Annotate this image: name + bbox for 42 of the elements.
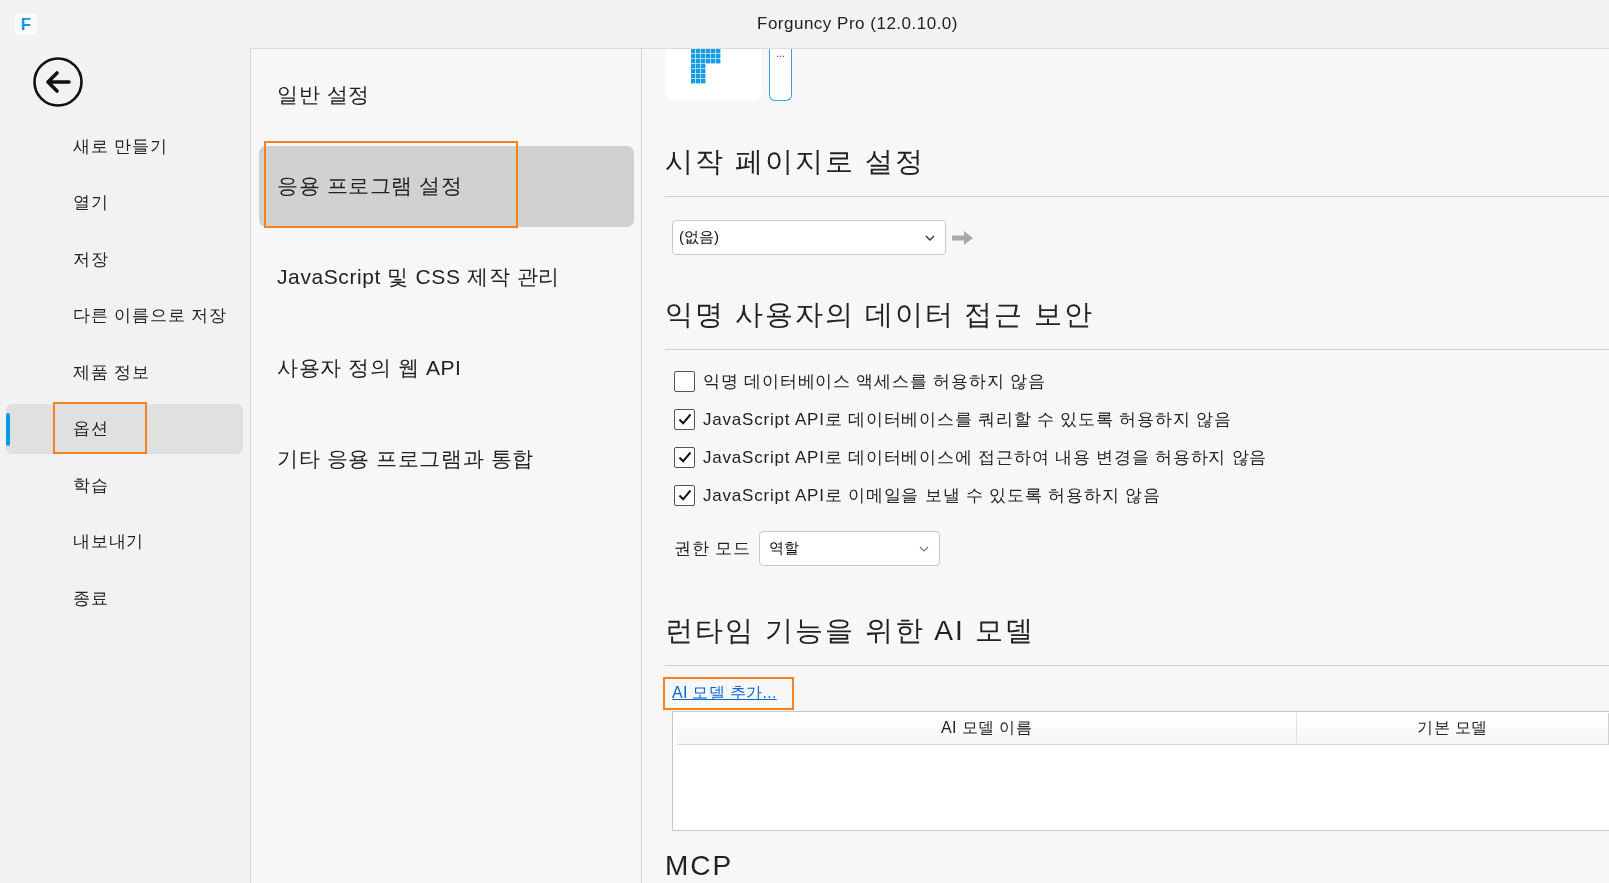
checkbox-label: 익명 데이터베이스 액세스를 허용하지 않음 [703, 370, 1046, 393]
sidebar-item[interactable]: 제품 정보 [6, 347, 243, 397]
section-heading: 시작 페이지로 설정 [665, 145, 1609, 197]
sidebar-item[interactable]: 학습 [6, 460, 243, 510]
sidebar-item[interactable]: 종료 [6, 573, 243, 623]
column-header: AI 모델 이름 [677, 713, 1298, 744]
browse-button[interactable]: ... [769, 49, 792, 101]
section-heading: 런타임 기능을 위한 AI 모델 [665, 614, 1609, 666]
checkbox[interactable] [674, 484, 695, 506]
section-heading: 익명 사용자의 데이터 접근 보안 [665, 298, 1609, 350]
sidebar-item[interactable]: 다른 이름으로 저장 [6, 290, 243, 341]
sidebar-item[interactable]: 저장 [6, 234, 243, 284]
field-label: 권한 모드 [674, 538, 751, 560]
checkmark-icon [677, 489, 692, 501]
checkmark-icon [677, 451, 692, 463]
checkbox[interactable] [674, 408, 695, 430]
sidebar-item[interactable]: 옵션 [6, 403, 243, 454]
checkmark-icon [677, 413, 692, 425]
sidebar-item[interactable]: 새로 만들기 [6, 121, 243, 171]
window-title: Forguncy Pro (12.0.10.0) [757, 14, 958, 34]
sidebar-item[interactable]: 열기 [6, 177, 243, 228]
settings-nav-item[interactable]: JavaScript 및 CSS 제작 관리 [259, 236, 634, 318]
start-page-select[interactable]: (없음) [672, 220, 946, 255]
checkbox-label: JavaScript API로 데이터베이스를 쿼리할 수 있도록 허용하지 않음 [703, 408, 1232, 431]
settings-nav-item[interactable]: 사용자 정의 웹 API [259, 327, 634, 409]
section-heading: MCP [665, 851, 735, 881]
permission-mode-select[interactable]: 역할 [758, 531, 940, 566]
settings-nav-item[interactable]: 일반 설정 [259, 54, 634, 136]
selection-indicator [6, 412, 10, 446]
checkbox-label: JavaScript API로 이메일을 보낼 수 있도록 허용하지 않음 [703, 484, 1161, 507]
app-logo: F [15, 14, 37, 35]
checkbox-label: JavaScript API로 데이터베이스에 접근하여 내용 변경을 허용하지 않음 [703, 446, 1268, 469]
column-header: 기본 모델 [1297, 713, 1609, 744]
app-logo-icon [691, 49, 721, 84]
add-model-link[interactable]: AI 모델 추가... [672, 683, 777, 704]
settings-nav-item[interactable]: 기타 응용 프로그램과 통합 [259, 418, 634, 500]
chevron-down-icon [925, 234, 935, 241]
checkbox[interactable] [674, 446, 695, 468]
sidebar-item[interactable]: 내보내기 [6, 516, 243, 567]
chevron-down-icon [918, 545, 929, 552]
checkbox[interactable] [674, 370, 695, 392]
back-button[interactable] [33, 57, 83, 107]
